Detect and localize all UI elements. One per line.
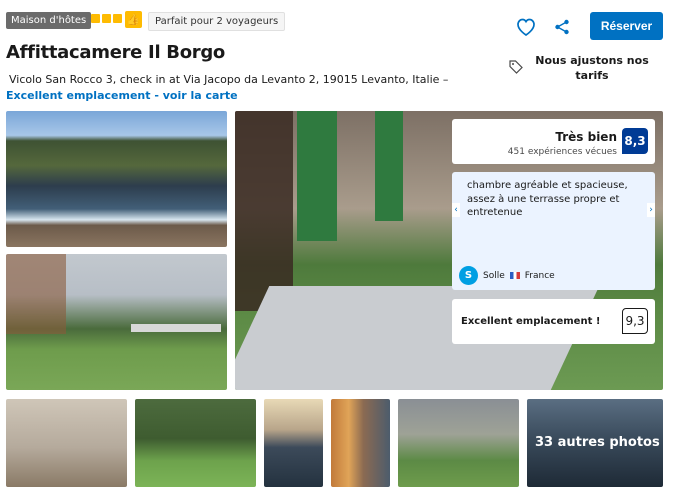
review-score-card[interactable]: Très bien 451 expériences vécues 8,3 [452,119,655,164]
photo-thumb-2[interactable] [135,399,256,487]
more-photos-link[interactable]: 33 autres photos [535,435,660,450]
location-label: Excellent emplacement ! [461,316,601,327]
review-quote: chambre agréable et spacieuse, assez à u… [467,180,628,218]
france-flag-icon [509,272,520,279]
reviewer-info: S Solle France [459,266,555,285]
price-note[interactable]: Nous ajustons nos tarifs [534,53,650,84]
address-text: Vicolo San Rocco 3, check in at Via Jaco… [9,72,449,86]
review-score-label: Très bien [555,130,617,144]
shutter-decor [6,254,66,334]
property-type-badge: Maison d'hôtes [6,12,92,29]
review-score-badge: 8,3 [622,128,648,154]
reviewer-name: Solle [483,270,505,281]
price-tag-icon [509,60,523,74]
photo-thumb-5[interactable] [398,399,519,487]
star-icon [102,14,111,23]
location-score-card[interactable]: Excellent emplacement ! 9,3 [452,299,655,344]
photo-thumb-1[interactable] [6,399,127,487]
reserve-button[interactable]: Réserver [590,12,663,40]
star-icon [113,14,122,23]
photo-beach[interactable] [6,111,227,247]
chevron-right-icon[interactable]: › [647,203,655,217]
thumbs-up-icon: 👍 [125,11,142,28]
star-rating [91,14,122,23]
map-link[interactable]: Excellent emplacement - voir la carte [6,89,238,102]
star-icon [91,14,100,23]
capacity-pill: Parfait pour 2 voyageurs [148,12,286,31]
address-row: Vicolo San Rocco 3, check in at Via Jaco… [6,72,449,86]
avatar: S [459,266,478,285]
photo-thumb-4[interactable] [331,399,390,487]
green-shutter-decor [297,111,337,241]
location-score-badge: 9,3 [622,308,648,334]
share-icon[interactable] [554,19,570,35]
green-shutter-decor [375,111,403,221]
property-title: Affittacamere Il Borgo [6,42,225,63]
heart-icon[interactable] [516,18,536,36]
photo-terrace-table[interactable] [6,254,227,390]
door-decor [235,111,293,311]
review-quote-card: ‹ › chambre agréable et spacieuse, assez… [452,172,655,290]
table-decor [131,324,221,332]
chevron-left-icon[interactable]: ‹ [452,203,460,217]
review-count: 451 expériences vécues [507,147,617,157]
photo-thumb-3[interactable] [264,399,323,487]
reviewer-country: France [524,270,555,281]
